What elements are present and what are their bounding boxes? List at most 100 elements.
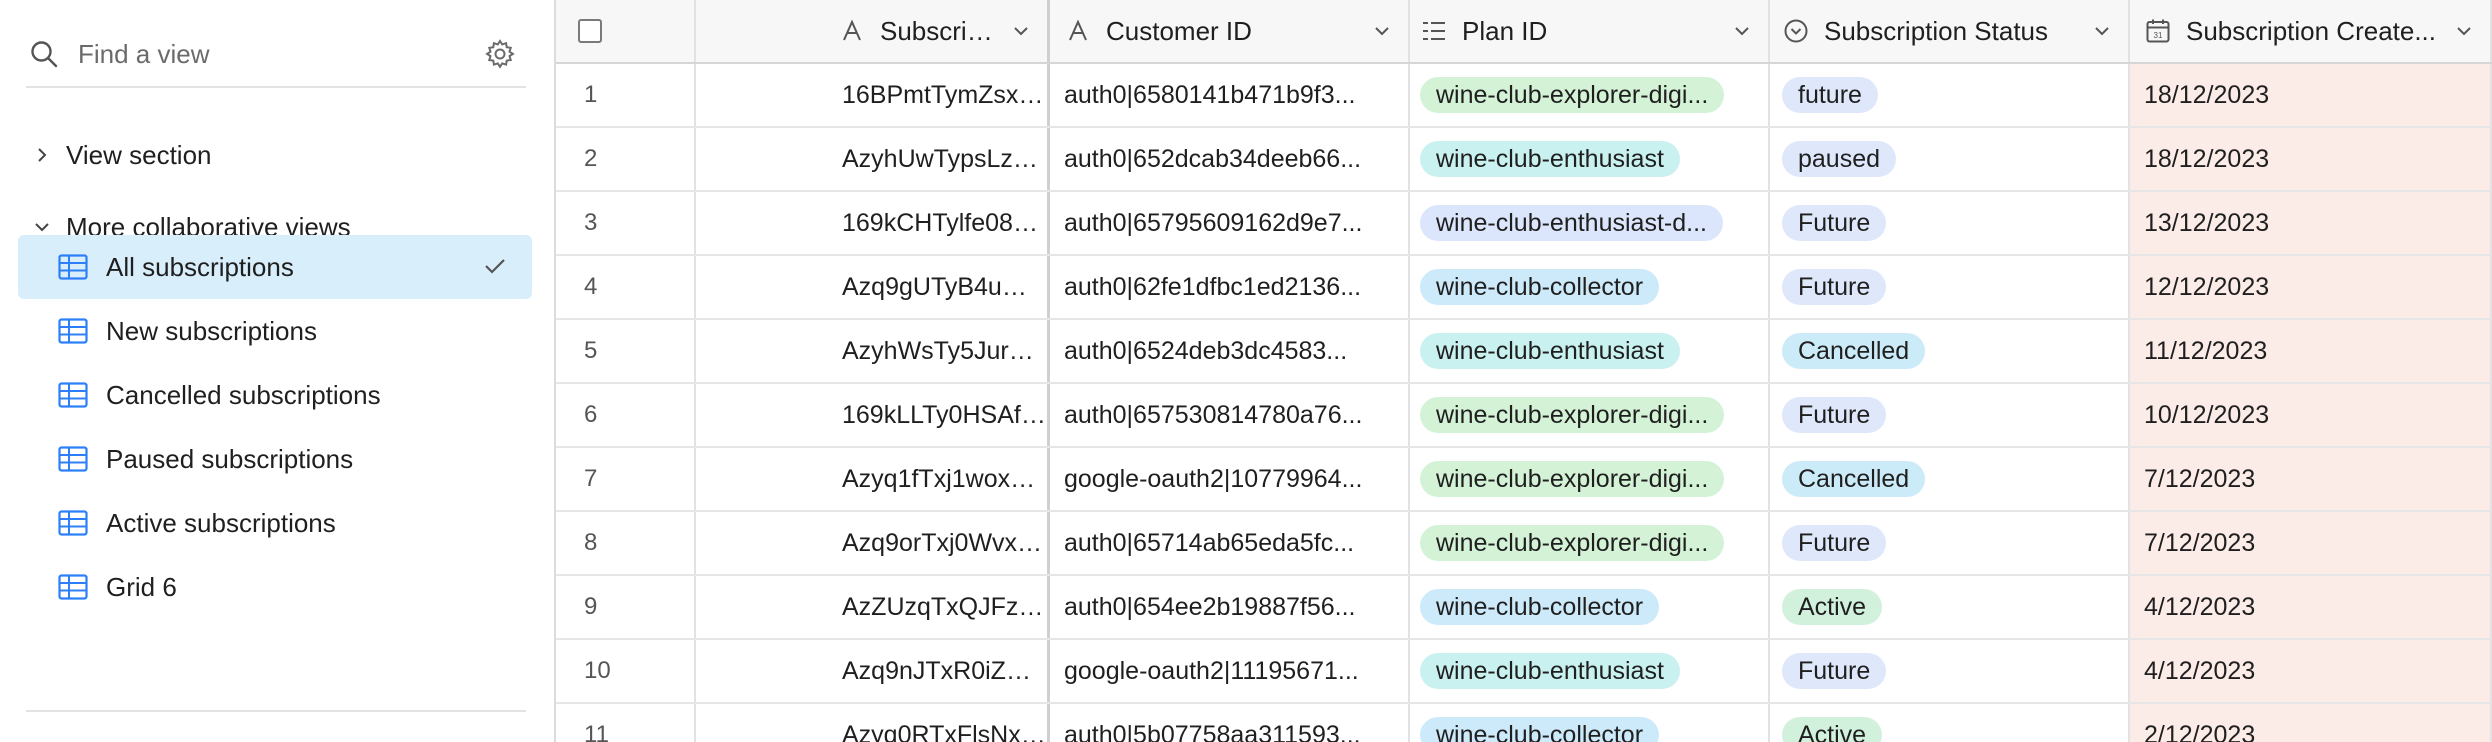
plan-id-cell[interactable]: wine-club-enthusiast	[1410, 320, 1770, 382]
text-type-icon	[1064, 17, 1092, 45]
subscription-created-cell[interactable]: 18/12/2023	[2130, 64, 2492, 126]
chevron-down-icon[interactable]	[2088, 17, 2116, 45]
customer-id-cell[interactable]: auth0|652dcab34deeb66...	[1050, 128, 1410, 190]
view-item-new-subscriptions[interactable]: New subscriptions	[18, 299, 532, 363]
find-view-input[interactable]	[76, 37, 480, 71]
subscription-created-cell[interactable]: 13/12/2023	[2130, 192, 2492, 254]
plan-id-cell[interactable]: wine-club-enthusiast	[1410, 640, 1770, 702]
chevron-down-icon[interactable]	[1007, 17, 1035, 45]
customer-id-cell[interactable]: auth0|657530814780a76...	[1050, 384, 1410, 446]
subscription-id-cell[interactable]: 169kCHTylfe08Wnm	[696, 192, 1050, 254]
subscription-id-cell[interactable]: Azq9orTxj0Wvx4rrP	[696, 512, 1050, 574]
table-row[interactable]: 8 Azq9orTxj0Wvx4rrP auth0|65714ab65eda5fc.…	[556, 512, 2492, 576]
subscription-id-cell[interactable]: Azq9nJTxR0iZMGNR2	[696, 640, 1050, 702]
subscription-created-cell[interactable]: 10/12/2023	[2130, 384, 2492, 446]
subscription-created-cell[interactable]: 7/12/2023	[2130, 512, 2492, 574]
subscription-status-cell[interactable]: Active	[1770, 704, 2130, 742]
plan-id-cell[interactable]: wine-club-explorer-digi...	[1410, 512, 1770, 574]
subscription-id-cell[interactable]: Azyq1fTxj1wox51Uh	[696, 448, 1050, 510]
subscription-status-cell[interactable]: future	[1770, 64, 2130, 126]
plan-id-cell[interactable]: wine-club-collector	[1410, 256, 1770, 318]
table-row[interactable]: 3 169kCHTylfe08Wnm auth0|65795609162d9e7..…	[556, 192, 2492, 256]
subscription-status-cell[interactable]: Future	[1770, 640, 2130, 702]
gear-icon[interactable]	[480, 34, 520, 74]
created-date: 12/12/2023	[2144, 272, 2270, 301]
customer-id-cell[interactable]: auth0|6580141b471b9f3...	[1050, 64, 1410, 126]
row-number: 3	[584, 209, 598, 236]
column-header-subscription-status[interactable]: Subscription Status	[1770, 0, 2130, 62]
table-row[interactable]: 6 169kLLTy0HSAf3AVF auth0|657530814780a76.…	[556, 384, 2492, 448]
subscription-status-cell[interactable]: Cancelled	[1770, 320, 2130, 382]
column-header-plan-id[interactable]: Plan ID	[1410, 0, 1770, 62]
customer-id: auth0|654ee2b19887f56...	[1064, 592, 1356, 621]
plan-id-cell[interactable]: wine-club-enthusiast	[1410, 128, 1770, 190]
subscription-status-cell[interactable]: paused	[1770, 128, 2130, 190]
customer-id-cell[interactable]: auth0|654ee2b19887f56...	[1050, 576, 1410, 638]
subscription-status-cell[interactable]: Future	[1770, 256, 2130, 318]
subscription-created-cell[interactable]: 12/12/2023	[2130, 256, 2492, 318]
chevron-down-icon[interactable]	[2450, 17, 2478, 45]
customer-id-cell[interactable]: google-oauth2|11195671...	[1050, 640, 1410, 702]
view-item-paused-subscriptions[interactable]: Paused subscriptions	[18, 427, 532, 491]
plan-id-cell[interactable]: wine-club-explorer-digi...	[1410, 448, 1770, 510]
grid-view-icon	[58, 446, 88, 472]
subscription-created-cell[interactable]: 18/12/2023	[2130, 128, 2492, 190]
table-row[interactable]: 2 AzyhUwTypsLz24T0J auth0|652dcab34deeb66.…	[556, 128, 2492, 192]
select-all-checkbox[interactable]	[578, 19, 602, 43]
subscription-status-cell[interactable]: Future	[1770, 192, 2130, 254]
subscription-id-cell[interactable]: AzZUzqTxQJFzuD2WP	[696, 576, 1050, 638]
subscription-status-cell[interactable]: Cancelled	[1770, 448, 2130, 510]
customer-id-cell[interactable]: auth0|6524deb3dc4583...	[1050, 320, 1410, 382]
column-header-customer-id[interactable]: Customer ID	[1050, 0, 1410, 62]
multi-select-icon	[1420, 17, 1448, 45]
plan-pill: wine-club-enthusiast	[1420, 141, 1680, 177]
chevron-down-icon[interactable]	[1728, 17, 1756, 45]
customer-id-cell[interactable]: auth0|62fe1dfbc1ed2136...	[1050, 256, 1410, 318]
table-row[interactable]: 5 AzyhWsTy5JurW6jyt auth0|6524deb3dc4583..…	[556, 320, 2492, 384]
table-row[interactable]: 4 Azq9gUTyB4uMk5jjN auth0|62fe1dfbc1ed2136…	[556, 256, 2492, 320]
view-item-active-subscriptions[interactable]: Active subscriptions	[18, 491, 532, 555]
plan-id-cell[interactable]: wine-club-explorer-digi...	[1410, 384, 1770, 446]
subscription-status-cell[interactable]: Active	[1770, 576, 2130, 638]
row-number-cell: 2	[556, 128, 696, 190]
customer-id-cell[interactable]: auth0|65795609162d9e7...	[1050, 192, 1410, 254]
table-row[interactable]: 11 Azyq0RTxFlsNx6bON auth0|5b07758aa311593…	[556, 704, 2492, 742]
chevron-down-icon[interactable]	[1368, 17, 1396, 45]
table-row[interactable]: 7 Azyq1fTxj1wox51Uh google-oauth2|10779964…	[556, 448, 2492, 512]
single-select-icon	[1782, 17, 1810, 45]
subscription-created-cell[interactable]: 4/12/2023	[2130, 640, 2492, 702]
column-header-subscription-created[interactable]: 31 Subscription Create...	[2130, 0, 2492, 62]
plan-id-cell[interactable]: wine-club-collector	[1410, 576, 1770, 638]
subscription-created-cell[interactable]: 2/12/2023	[2130, 704, 2492, 742]
table-row[interactable]: 1 16BPmtTymZsxZ1lPu auth0|6580141b471b9f3.…	[556, 64, 2492, 128]
customer-id-cell[interactable]: google-oauth2|10779964...	[1050, 448, 1410, 510]
subscription-created-cell[interactable]: 7/12/2023	[2130, 448, 2492, 510]
column-header-subscription-id[interactable]: Subscription ID	[696, 0, 1050, 62]
subscription-created-cell[interactable]: 4/12/2023	[2130, 576, 2492, 638]
row-number: 5	[584, 337, 598, 364]
subscription-id-cell[interactable]: AzyhWsTy5JurW6jyt	[696, 320, 1050, 382]
table-row[interactable]: 9 AzZUzqTxQJFzuD2WP auth0|654ee2b19887f56.…	[556, 576, 2492, 640]
customer-id-cell[interactable]: auth0|5b07758aa311593...	[1050, 704, 1410, 742]
plan-id-cell[interactable]: wine-club-collector	[1410, 704, 1770, 742]
subscription-id-cell[interactable]: Azq9gUTyB4uMk5jjN	[696, 256, 1050, 318]
view-item-grid-6[interactable]: Grid 6	[18, 555, 532, 619]
view-item-cancelled-subscriptions[interactable]: Cancelled subscriptions	[18, 363, 532, 427]
subscription-id-cell[interactable]: 16BPmtTymZsxZ1lPu	[696, 64, 1050, 126]
subscription-created-cell[interactable]: 11/12/2023	[2130, 320, 2492, 382]
customer-id-cell[interactable]: auth0|65714ab65eda5fc...	[1050, 512, 1410, 574]
subscription-status-cell[interactable]: Future	[1770, 384, 2130, 446]
subscription-id-cell[interactable]: Azyq0RTxFlsNx6bON	[696, 704, 1050, 742]
plan-id-cell[interactable]: wine-club-enthusiast-d...	[1410, 192, 1770, 254]
subscription-id: Azyq0RTxFlsNx6bON	[842, 720, 1047, 742]
view-item-all-subscriptions[interactable]: All subscriptions	[18, 235, 532, 299]
subscription-id: AzZUzqTxQJFzuD2WP	[842, 592, 1047, 621]
view-section-toggle[interactable]: View section	[28, 131, 212, 179]
grid-view-icon	[58, 382, 88, 408]
customer-id: auth0|65714ab65eda5fc...	[1064, 528, 1355, 557]
subscription-status-cell[interactable]: Future	[1770, 512, 2130, 574]
plan-id-cell[interactable]: wine-club-explorer-digi...	[1410, 64, 1770, 126]
subscription-id-cell[interactable]: AzyhUwTypsLz24T0J	[696, 128, 1050, 190]
table-row[interactable]: 10 Azq9nJTxR0iZMGNR2 google-oauth2|1119567…	[556, 640, 2492, 704]
subscription-id-cell[interactable]: 169kLLTy0HSAf3AVF	[696, 384, 1050, 446]
